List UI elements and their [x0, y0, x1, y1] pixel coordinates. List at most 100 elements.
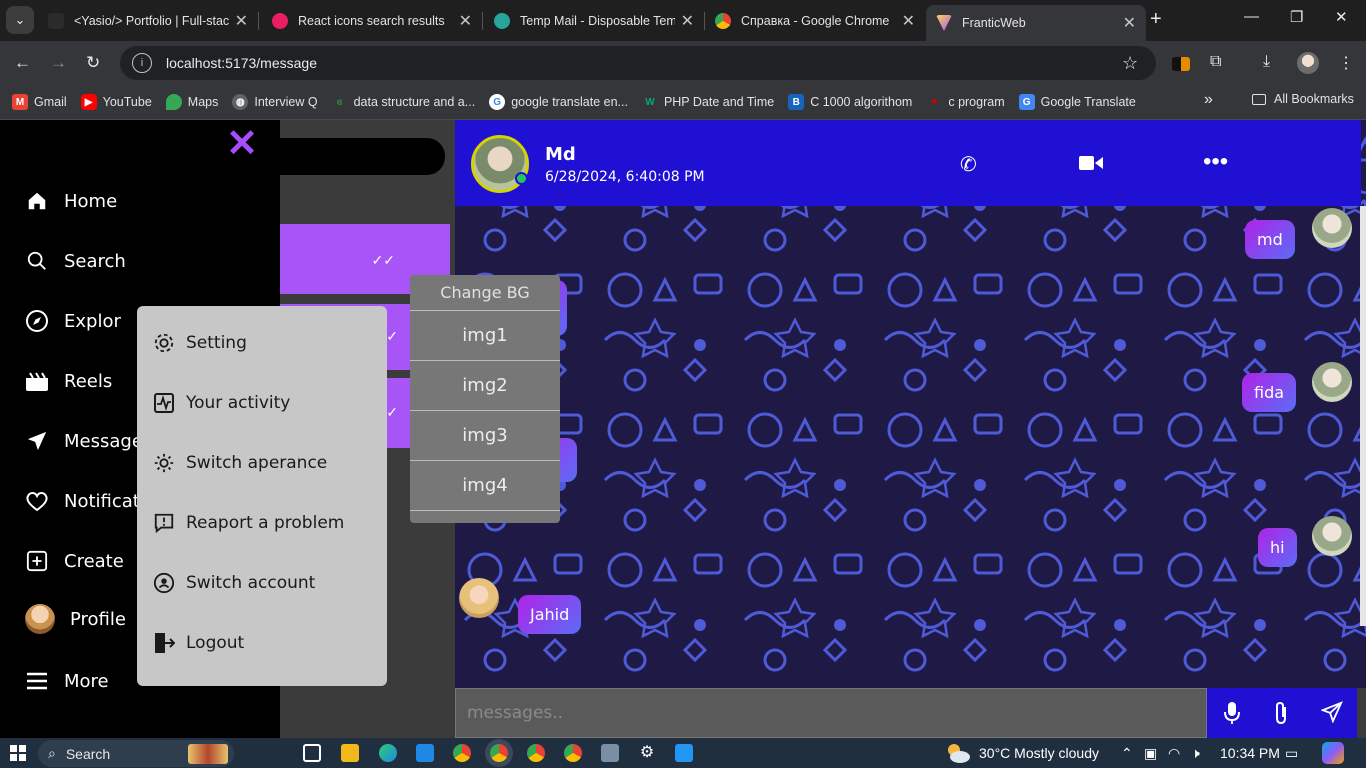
- edge-icon[interactable]: [379, 744, 397, 762]
- profile-avatar: [25, 604, 55, 634]
- sidebar-item-reels[interactable]: Reels: [24, 368, 112, 394]
- chrome-icon[interactable]: [453, 744, 471, 762]
- sidebar-item-search[interactable]: Search: [24, 248, 126, 274]
- bookmark-item[interactable]: M Gmail: [12, 94, 67, 110]
- close-tab-icon[interactable]: ✕: [1123, 13, 1136, 33]
- browser-tab-active[interactable]: FranticWeb ✕: [926, 5, 1146, 41]
- tab-search-button[interactable]: ⌄: [6, 6, 34, 34]
- chat-search-input[interactable]: [280, 138, 445, 175]
- taskbar-search[interactable]: ⌕ Search: [38, 740, 234, 767]
- tray-chevron-icon[interactable]: ⌃: [1121, 745, 1133, 762]
- browser-tab[interactable]: React icons search results ✕: [262, 5, 482, 37]
- browser-tab[interactable]: Справка - Google Chrome ✕: [705, 5, 925, 37]
- close-tab-icon[interactable]: ✕: [681, 11, 694, 31]
- photos-icon[interactable]: [675, 744, 693, 762]
- extension-icon[interactable]: [1172, 57, 1190, 71]
- phone-icon[interactable]: ✆: [960, 152, 977, 177]
- bookmark-item[interactable]: Ggoogle translate en...: [489, 94, 628, 110]
- contact-last-seen: 6/28/2024, 6:40:08 PM: [545, 169, 705, 185]
- menu-item-label: Logout: [186, 633, 245, 653]
- reels-icon: [24, 368, 50, 394]
- reload-icon[interactable]: ↻: [86, 53, 100, 73]
- menu-item-switch-appearance[interactable]: Switch aperance: [153, 452, 327, 474]
- menu-item-report-problem[interactable]: Reaport a problem: [153, 512, 344, 534]
- restore-icon[interactable]: ❐: [1290, 8, 1303, 26]
- task-view-icon[interactable]: [303, 744, 321, 762]
- site-info-icon[interactable]: i: [132, 53, 152, 73]
- browser-tab[interactable]: <Yasio/> Portfolio | Full-stac ✕: [38, 5, 258, 37]
- app-icon[interactable]: [601, 744, 619, 762]
- chrome-icon[interactable]: [564, 744, 582, 762]
- vite-icon: [936, 15, 952, 31]
- sidebar-item-profile[interactable]: Profile: [24, 604, 126, 634]
- tray-app-icon[interactable]: ▣: [1144, 745, 1157, 762]
- minimize-icon[interactable]: —: [1244, 8, 1259, 25]
- notifications-icon[interactable]: ▭: [1285, 745, 1298, 762]
- file-explorer-icon[interactable]: [341, 744, 359, 762]
- weather-text[interactable]: 30°C Mostly cloudy: [979, 745, 1099, 761]
- close-tab-icon[interactable]: ✕: [235, 11, 248, 31]
- browser-tab[interactable]: Temp Mail - Disposable Tem ✕: [484, 5, 704, 37]
- sidebar-item-create[interactable]: Create: [24, 548, 124, 574]
- sidebar-item-more[interactable]: More: [24, 668, 109, 694]
- clock-text[interactable]: 10:34 PM: [1220, 745, 1280, 761]
- close-window-icon[interactable]: ✕: [1335, 8, 1348, 26]
- more-bookmarks-icon[interactable]: »: [1204, 91, 1213, 109]
- more-options-icon[interactable]: •••: [1203, 148, 1228, 176]
- menu-item-setting[interactable]: Setting: [153, 332, 247, 354]
- send-icon[interactable]: [1320, 701, 1343, 729]
- back-icon[interactable]: ←: [14, 53, 31, 73]
- chrome-menu-icon[interactable]: ⋮: [1338, 53, 1354, 73]
- tab-title: Temp Mail - Disposable Tem: [520, 14, 675, 28]
- attachment-icon[interactable]: [1273, 701, 1289, 731]
- chrome-icon[interactable]: [527, 744, 545, 762]
- sidebar-item-message[interactable]: Message: [24, 428, 143, 454]
- profile-avatar[interactable]: [1297, 52, 1319, 74]
- bookmark-item[interactable]: ◍ Interview Q: [232, 94, 318, 110]
- sidebar-item-home[interactable]: Home: [24, 188, 117, 214]
- folder-icon: [1252, 93, 1266, 105]
- bg-option[interactable]: img3: [410, 411, 560, 461]
- close-icon[interactable]: ✕: [226, 125, 258, 163]
- windows-start-icon[interactable]: [10, 745, 26, 761]
- tab-divider: [482, 12, 483, 30]
- sidebar-item-notifications[interactable]: Notificati: [24, 488, 145, 514]
- bookmark-label: c program: [948, 95, 1005, 109]
- message-text: fida: [1254, 383, 1285, 402]
- bookmark-item[interactable]: B C 1000 algorithom: [788, 94, 912, 110]
- bg-option[interactable]: img4: [410, 461, 560, 511]
- bookmark-item[interactable]: W PHP Date and Time: [642, 94, 774, 110]
- chat-scrollbar[interactable]: [1360, 206, 1366, 626]
- video-icon[interactable]: [1079, 154, 1103, 170]
- forward-icon[interactable]: →: [50, 53, 67, 73]
- settings-gear-icon[interactable]: ⚙: [638, 744, 656, 762]
- all-bookmarks-button[interactable]: All Bookmarks: [1252, 92, 1354, 106]
- download-icon[interactable]: ⤓: [1263, 53, 1270, 71]
- vscode-icon[interactable]: [416, 744, 434, 762]
- volume-icon[interactable]: 🕨: [1191, 745, 1200, 762]
- message-input[interactable]: messages..: [455, 688, 1207, 738]
- address-bar[interactable]: i localhost:5173/message ☆: [120, 46, 1156, 80]
- close-tab-icon[interactable]: ✕: [902, 11, 915, 31]
- new-tab-button[interactable]: +: [1150, 8, 1162, 31]
- bg-option[interactable]: img1: [410, 311, 560, 361]
- sidebar-item-explore[interactable]: Explor: [24, 308, 121, 334]
- bookmark-item[interactable]: ▼ c program: [926, 94, 1004, 110]
- microphone-icon[interactable]: [1223, 701, 1241, 731]
- bookmark-item[interactable]: ɞ data structure and a...: [332, 94, 475, 110]
- bg-option[interactable]: img2: [410, 361, 560, 411]
- bookmark-item[interactable]: Maps: [165, 94, 218, 110]
- menu-item-switch-account[interactable]: Switch account: [153, 572, 315, 594]
- copilot-icon[interactable]: [1322, 742, 1344, 764]
- wifi-icon[interactable]: ◠: [1168, 745, 1180, 762]
- menu-item-logout[interactable]: Logout: [153, 632, 244, 654]
- close-tab-icon[interactable]: ✕: [459, 11, 472, 31]
- extensions-puzzle-icon[interactable]: ⧉: [1210, 53, 1221, 71]
- bookmark-item[interactable]: ▶ YouTube: [80, 94, 152, 110]
- chrome-icon[interactable]: [490, 744, 508, 762]
- bookmark-label: Gmail: [34, 95, 67, 109]
- bookmark-star-icon[interactable]: ☆: [1122, 53, 1138, 74]
- tab-title: <Yasio/> Portfolio | Full-stac: [74, 14, 229, 28]
- menu-item-your-activity[interactable]: Your activity: [153, 392, 290, 414]
- bookmark-item[interactable]: G Google Translate: [1018, 94, 1136, 110]
